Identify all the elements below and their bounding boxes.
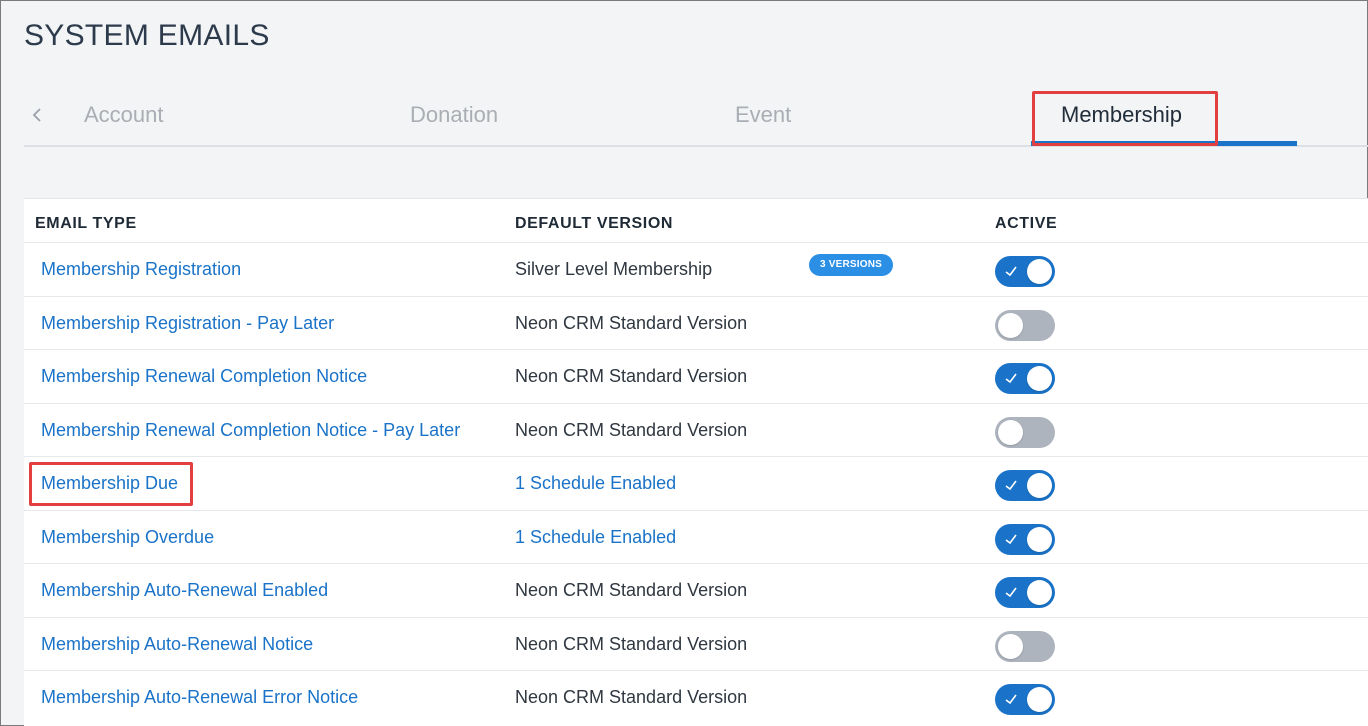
active-toggle[interactable] xyxy=(995,256,1055,287)
table-row: Membership Auto-Renewal Error Notice Neon… xyxy=(24,670,1368,724)
active-toggle[interactable] xyxy=(995,577,1055,608)
system-emails-table: EMAIL TYPE DEFAULT VERSION ACTIVE Member… xyxy=(24,198,1368,726)
check-icon xyxy=(1005,694,1017,705)
check-icon xyxy=(1005,373,1017,384)
default-version-text: Neon CRM Standard Version xyxy=(515,633,748,654)
default-version-text: Neon CRM Standard Version xyxy=(515,419,748,440)
schedule-link[interactable]: 1 Schedule Enabled xyxy=(515,473,676,494)
tab-donation[interactable]: Donation xyxy=(410,102,498,128)
check-icon xyxy=(1005,534,1017,544)
table-row: Membership Auto-Renewal Enabled Neon CRM … xyxy=(24,563,1368,617)
membership-tab-highlight xyxy=(1032,91,1218,146)
check-icon xyxy=(1005,587,1017,598)
page-title: SYSTEM EMAILS xyxy=(24,19,270,52)
default-version-text: Neon CRM Standard Version xyxy=(515,312,748,333)
schedule-link[interactable]: 1 Schedule Enabled xyxy=(515,527,676,548)
table-row: Membership Overdue 1 Schedule Enabled xyxy=(24,509,1368,564)
email-type-link[interactable]: Membership Auto-Renewal Enabled xyxy=(41,580,328,601)
default-version-text: Silver Level Membership xyxy=(515,259,713,279)
active-toggle[interactable] xyxy=(995,630,1055,662)
check-icon xyxy=(1005,266,1017,277)
default-version-text: Neon CRM Standard Version xyxy=(515,580,748,600)
email-type-link[interactable]: Membership Registration - Pay Later xyxy=(41,313,334,334)
versions-badge[interactable]: 3 VERSIONS xyxy=(809,254,894,276)
tab-account[interactable]: Account xyxy=(84,102,164,128)
table-row: Membership Auto-Renewal Notice Neon CRM S… xyxy=(24,616,1368,671)
default-version-text: Neon CRM Standard Version xyxy=(515,366,748,386)
chevron-left-icon[interactable] xyxy=(30,103,50,127)
table-row: Membership Renewal Completion Notice Neon… xyxy=(24,349,1368,403)
toggle-knob xyxy=(998,633,1023,659)
email-type-link[interactable]: Membership Renewal Completion Notice - P… xyxy=(41,420,460,441)
toggle-knob xyxy=(1027,259,1052,284)
system-emails-page: SYSTEM EMAILS Account Donation Event Mem… xyxy=(0,0,1368,726)
table-row: Membership Renewal Completion Notice - P… xyxy=(24,402,1368,457)
toggle-knob xyxy=(1027,526,1052,552)
toggle-knob xyxy=(1027,687,1052,712)
email-type-link[interactable]: Membership Auto-Renewal Notice xyxy=(41,634,313,655)
default-version-text: Neon CRM Standard Version xyxy=(515,687,748,707)
membership-due-highlight xyxy=(29,462,193,506)
toggle-knob xyxy=(1027,580,1052,605)
active-toggle[interactable] xyxy=(995,363,1055,394)
active-toggle[interactable] xyxy=(995,416,1055,448)
tab-event[interactable]: Event xyxy=(735,102,791,128)
column-header-active: ACTIVE xyxy=(995,215,1058,232)
email-type-link[interactable]: Membership Overdue xyxy=(41,527,214,548)
email-type-link[interactable]: Membership Renewal Completion Notice xyxy=(41,366,367,387)
active-toggle[interactable] xyxy=(995,309,1055,341)
active-toggle[interactable] xyxy=(995,523,1055,555)
toggle-knob xyxy=(998,312,1023,338)
column-header-email-type: EMAIL TYPE xyxy=(35,215,137,232)
email-type-link[interactable]: Membership Registration xyxy=(41,259,241,280)
column-header-default-version: DEFAULT VERSION xyxy=(515,215,674,232)
check-icon xyxy=(1005,480,1017,491)
toggle-knob xyxy=(1027,473,1052,498)
table-row: Membership Due 1 Schedule Enabled xyxy=(24,456,1368,510)
active-toggle[interactable] xyxy=(995,684,1055,715)
active-toggle[interactable] xyxy=(995,470,1055,501)
table-row: Membership Registration Silver Level Memb… xyxy=(24,242,1368,296)
email-type-link[interactable]: Membership Auto-Renewal Error Notice xyxy=(41,687,358,708)
toggle-knob xyxy=(998,419,1023,445)
toggle-knob xyxy=(1027,366,1052,391)
table-row: Membership Registration - Pay Later Neon … xyxy=(24,295,1368,350)
